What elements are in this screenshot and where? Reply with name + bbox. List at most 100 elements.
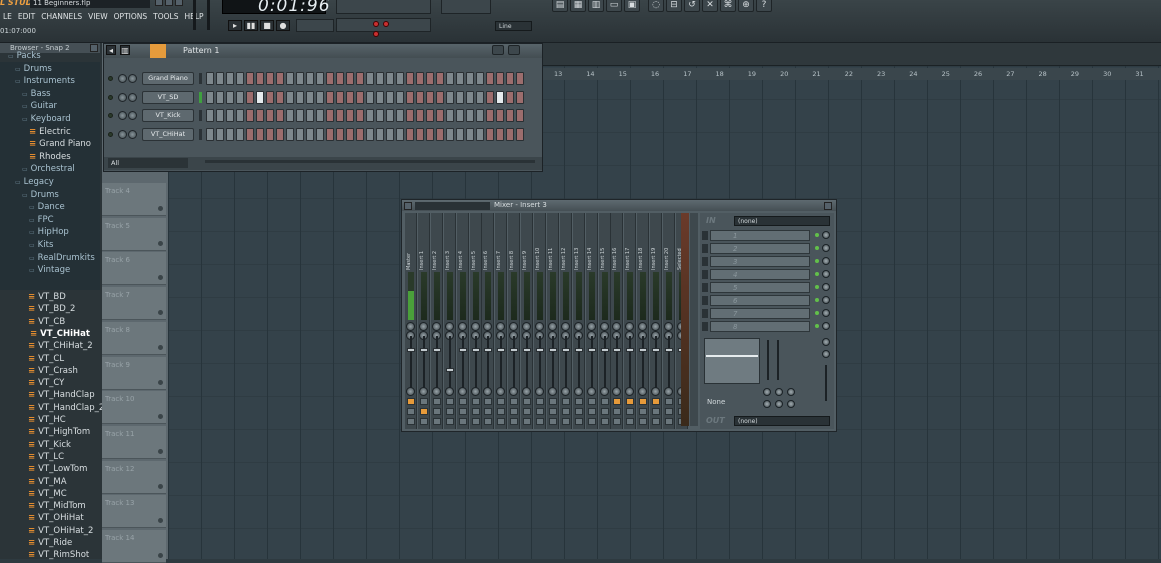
fx-slot-enable-icon[interactable] [815, 233, 819, 237]
fader-handle[interactable] [458, 348, 467, 352]
strip-send-knob[interactable] [560, 387, 570, 396]
strip-volume-fader[interactable] [642, 336, 645, 392]
step-button[interactable] [336, 72, 344, 85]
step-button[interactable] [446, 128, 454, 142]
browser-folder[interactable]: Electric [29, 126, 71, 138]
browser-file[interactable]: VT_HandClap_2 [28, 402, 104, 414]
step-button[interactable] [256, 90, 264, 104]
step-button[interactable] [406, 109, 414, 123]
track-header[interactable]: Track 4 [102, 183, 166, 216]
step-button[interactable] [396, 128, 404, 142]
browser-file[interactable]: VT_RimShot [28, 549, 89, 561]
strip-pan-knob[interactable] [418, 322, 428, 331]
eq-band-2-fader[interactable] [777, 340, 779, 380]
fx-slot-mix-knob[interactable] [822, 270, 830, 278]
step-button[interactable] [306, 128, 314, 142]
step-button[interactable] [506, 72, 514, 85]
ss-scrollbar[interactable] [205, 160, 535, 163]
step-button[interactable] [326, 109, 334, 123]
strip-route-button[interactable] [458, 398, 467, 405]
step-sequencer-icon[interactable]: ▦ [570, 0, 586, 12]
strip-volume-fader[interactable] [668, 336, 670, 392]
browser-folder[interactable]: Grand Piano [29, 138, 91, 150]
fx-slot[interactable]: 3 [710, 256, 810, 267]
track-mute-icon[interactable] [158, 206, 163, 211]
strip-send-knob[interactable] [664, 387, 673, 396]
step-button[interactable] [476, 90, 484, 104]
strip-mute-button[interactable] [510, 418, 519, 425]
strip-send-knob[interactable] [586, 387, 596, 396]
strip-volume-fader[interactable] [410, 336, 412, 392]
step-button[interactable] [206, 72, 214, 85]
ss-swing-icon[interactable] [492, 45, 504, 55]
step-button[interactable] [296, 128, 304, 142]
strip-route-button[interactable] [626, 398, 635, 405]
step-button[interactable] [446, 72, 454, 85]
step-button[interactable] [206, 128, 214, 142]
piano-roll-icon[interactable]: ▥ [588, 0, 604, 12]
step-button[interactable] [426, 72, 434, 85]
strip-record-button[interactable] [445, 408, 454, 415]
step-button[interactable] [416, 90, 424, 104]
strip-mute-button[interactable] [665, 418, 673, 425]
fader-handle[interactable] [600, 348, 609, 352]
track-mute-icon[interactable] [158, 414, 163, 420]
step-button[interactable] [316, 72, 324, 85]
step-button[interactable] [346, 128, 354, 142]
step-button[interactable] [236, 90, 244, 104]
step-button[interactable] [496, 72, 504, 85]
strip-route-button[interactable] [652, 398, 661, 405]
step-button[interactable] [506, 109, 514, 123]
menu-channels[interactable]: CHANNELS [38, 11, 85, 23]
snap-select[interactable]: Line [495, 21, 532, 31]
menu-tools[interactable]: TOOLS [150, 11, 181, 23]
step-button[interactable] [356, 128, 364, 142]
strip-send-knob[interactable] [444, 387, 454, 396]
strip-route-button[interactable] [548, 398, 557, 405]
step-button[interactable] [366, 90, 374, 104]
fx-slot[interactable]: 8 [710, 321, 810, 332]
channel-name-button[interactable]: VT_SD [142, 90, 194, 104]
fx-slot-enable-icon[interactable] [815, 285, 819, 289]
strip-mute-button[interactable] [523, 418, 532, 425]
strip-record-button[interactable] [432, 408, 441, 415]
mixer-close-icon[interactable] [824, 202, 832, 210]
fx-slot-menu-icon[interactable] [702, 231, 708, 240]
step-button[interactable] [466, 90, 474, 104]
maximize-icon[interactable] [165, 0, 173, 6]
step-button[interactable] [266, 90, 274, 104]
fx-slot-enable-icon[interactable] [815, 259, 819, 263]
step-button[interactable] [206, 109, 214, 123]
fader-handle[interactable] [407, 348, 415, 352]
step-button[interactable] [476, 72, 484, 85]
strip-record-button[interactable] [536, 408, 544, 415]
browser-close-icon[interactable] [90, 44, 98, 52]
step-button[interactable] [396, 90, 404, 104]
fx-slot[interactable]: 6 [710, 295, 810, 306]
step-button[interactable] [336, 90, 344, 104]
channel-pan-knob[interactable] [118, 130, 127, 140]
step-button[interactable] [206, 90, 214, 104]
metronome-led-icon[interactable] [383, 21, 389, 27]
step-button[interactable] [396, 109, 404, 123]
step-button[interactable] [456, 128, 464, 142]
strip-volume-fader[interactable] [590, 336, 593, 392]
track-header[interactable]: Track 13 [102, 495, 166, 529]
browser-folder[interactable]: Keyboard [22, 113, 71, 126]
fader-handle[interactable] [561, 348, 570, 352]
strip-record-button[interactable] [548, 408, 557, 415]
strip-record-button[interactable] [652, 408, 661, 415]
browser-file[interactable]: VT_Kick [28, 439, 71, 451]
step-button[interactable] [366, 109, 374, 123]
browser-folder[interactable]: Bass [22, 88, 51, 101]
step-button[interactable] [336, 128, 344, 142]
step-button[interactable] [376, 90, 384, 104]
browser-file[interactable]: VT_HandClap [28, 389, 95, 401]
step-button[interactable] [496, 109, 504, 123]
step-button[interactable] [266, 72, 274, 85]
step-button[interactable] [316, 109, 324, 123]
strip-mute-button[interactable] [613, 418, 622, 425]
fx-slot-enable-icon[interactable] [815, 272, 819, 276]
pause-icon[interactable]: ▮▮ [244, 20, 258, 31]
insert-volume-fader[interactable] [825, 365, 827, 401]
